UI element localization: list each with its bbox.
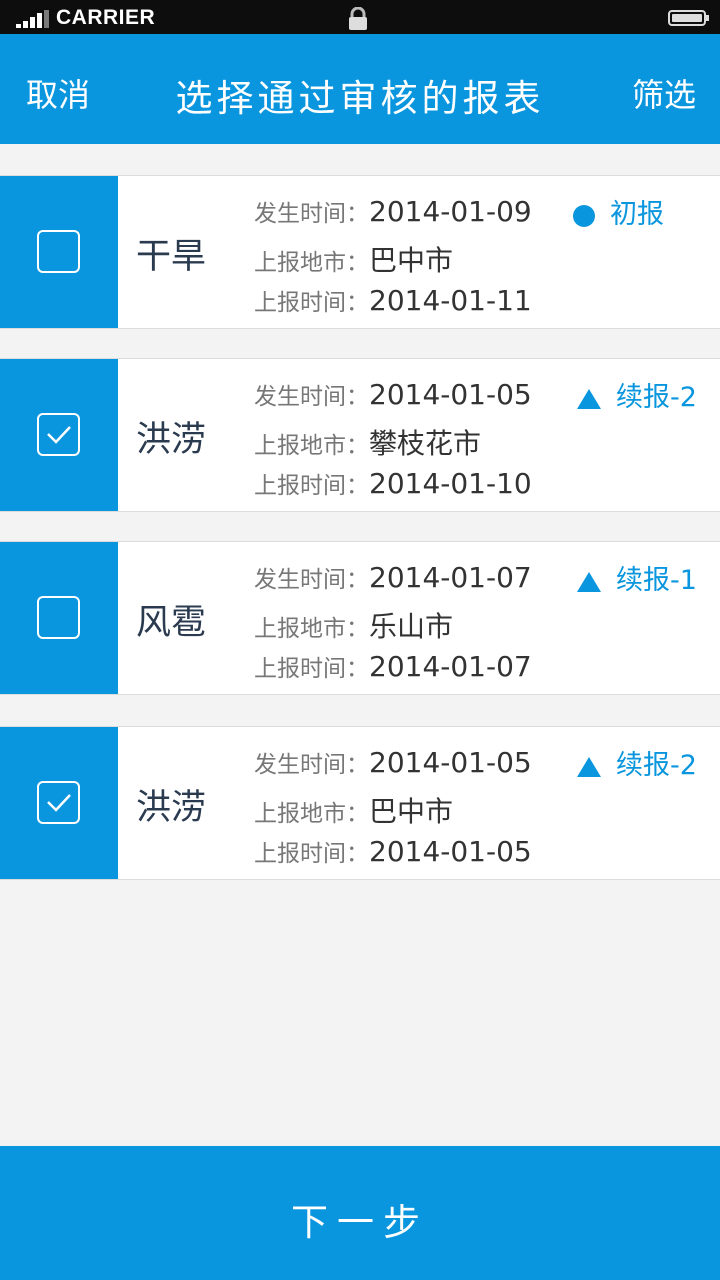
occur-time-row: 发生时间：2014-01-07 — [254, 560, 532, 594]
occur-time-row: 发生时间：2014-01-05 — [254, 745, 532, 779]
circle-icon — [573, 204, 595, 227]
report-time-value: 2014-01-07 — [369, 650, 532, 683]
checkbox-unchecked[interactable] — [37, 230, 80, 273]
filter-button[interactable]: 筛选 — [632, 70, 696, 116]
triangle-icon — [577, 756, 601, 777]
occur-time-value: 2014-01-09 — [369, 195, 532, 228]
report-city-value: 乐山市 — [369, 610, 454, 643]
report-card[interactable]: 风雹 发生时间：2014-01-07 上报地市：乐山市 上报时间：2014-01… — [0, 541, 720, 695]
occur-time-row: 发生时间：2014-01-05 — [254, 377, 532, 411]
occur-time-label: 发生时间： — [254, 567, 369, 593]
lock-icon — [347, 6, 369, 31]
report-time-label: 上报时间： — [254, 656, 369, 682]
status-badge: 初报 — [572, 192, 664, 231]
disaster-type: 洪涝 — [136, 420, 207, 460]
status-badge: 续报-2 — [576, 375, 697, 414]
checkmark-icon — [47, 794, 71, 812]
status-bar: CARRIER — [0, 0, 720, 34]
occur-time-label: 发生时间： — [254, 384, 369, 410]
report-city-label: 上报地市： — [254, 616, 369, 642]
triangle-icon — [577, 388, 601, 409]
report-card[interactable]: 干旱 发生时间：2014-01-09 上报地市：巴中市 上报时间：2014-01… — [0, 175, 720, 329]
checkbox-unchecked[interactable] — [37, 596, 80, 639]
select-toggle[interactable] — [0, 727, 118, 879]
status-badge: 续报-2 — [576, 743, 697, 782]
report-time-value: 2014-01-05 — [369, 835, 532, 868]
report-time-row: 上报时间：2014-01-05 — [254, 834, 532, 868]
occur-time-label: 发生时间： — [254, 752, 369, 778]
status-label: 续报-1 — [616, 565, 697, 596]
battery-icon — [668, 10, 710, 26]
report-time-label: 上报时间： — [254, 473, 369, 499]
report-city-row: 上报地市：巴中市 — [254, 239, 453, 279]
report-city-row: 上报地市：乐山市 — [254, 605, 453, 645]
status-badge: 续报-1 — [576, 558, 697, 597]
report-time-row: 上报时间：2014-01-10 — [254, 466, 532, 500]
next-step-button[interactable]: 下一步 — [0, 1146, 720, 1280]
report-city-label: 上报地市： — [254, 250, 369, 276]
nav-header: 取消 选择通过审核的报表 筛选 — [0, 34, 720, 144]
select-toggle[interactable] — [0, 359, 118, 511]
report-city-value: 攀枝花市 — [369, 427, 482, 460]
select-toggle[interactable] — [0, 176, 118, 328]
report-time-row: 上报时间：2014-01-11 — [254, 283, 532, 317]
status-label: 续报-2 — [616, 750, 697, 781]
checkbox-checked[interactable] — [37, 781, 80, 824]
report-time-value: 2014-01-10 — [369, 467, 532, 500]
checkmark-icon — [47, 426, 71, 444]
occur-time-row: 发生时间：2014-01-09 — [254, 194, 532, 228]
status-label: 续报-2 — [616, 382, 697, 413]
report-time-label: 上报时间： — [254, 290, 369, 316]
report-city-value: 巴中市 — [369, 795, 454, 828]
report-time-value: 2014-01-11 — [369, 284, 532, 317]
disaster-type: 干旱 — [136, 237, 207, 277]
report-time-row: 上报时间：2014-01-07 — [254, 649, 532, 683]
signal-icon — [16, 10, 50, 28]
page-title: 选择通过审核的报表 — [175, 77, 545, 120]
report-city-value: 巴中市 — [369, 244, 454, 277]
report-city-label: 上报地市： — [254, 433, 369, 459]
occur-time-value: 2014-01-07 — [369, 561, 532, 594]
disaster-type: 风雹 — [136, 603, 207, 643]
checkbox-checked[interactable] — [37, 413, 80, 456]
next-step-label: 下一步 — [291, 1201, 429, 1244]
triangle-icon — [577, 571, 601, 592]
status-label: 初报 — [610, 199, 664, 230]
carrier-name: CARRIER — [56, 6, 156, 29]
occur-time-label: 发生时间： — [254, 201, 369, 227]
occur-time-value: 2014-01-05 — [369, 378, 532, 411]
occur-time-value: 2014-01-05 — [369, 746, 532, 779]
report-city-row: 上报地市：攀枝花市 — [254, 422, 481, 462]
report-city-label: 上报地市： — [254, 801, 369, 827]
report-card[interactable]: 洪涝 发生时间：2014-01-05 上报地市：巴中市 上报时间：2014-01… — [0, 726, 720, 880]
report-card[interactable]: 洪涝 发生时间：2014-01-05 上报地市：攀枝花市 上报时间：2014-0… — [0, 358, 720, 512]
report-city-row: 上报地市：巴中市 — [254, 790, 453, 830]
report-time-label: 上报时间： — [254, 841, 369, 867]
select-toggle[interactable] — [0, 542, 118, 694]
disaster-type: 洪涝 — [136, 788, 207, 828]
